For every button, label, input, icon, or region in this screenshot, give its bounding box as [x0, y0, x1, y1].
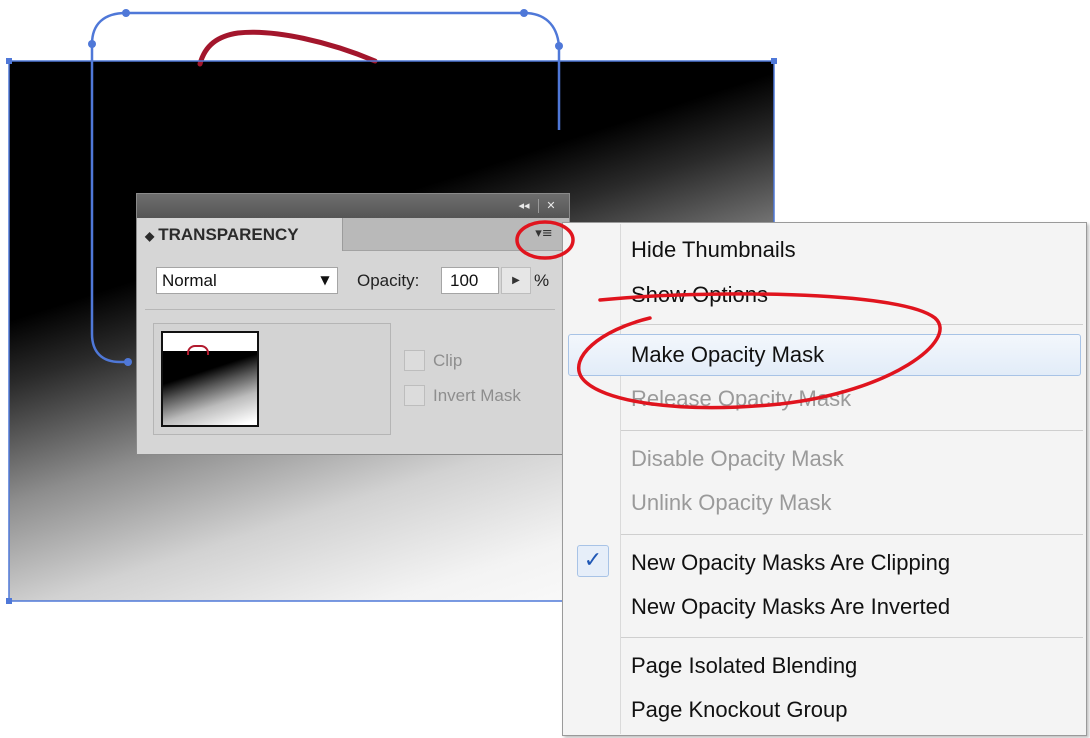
transparency-panel: ◂◂ ✕ ◆ TRANSPARENCY ▾≡ Normal ▼ Opacity: …: [136, 193, 570, 455]
red-path-stroke: [197, 29, 378, 67]
menu-item-new-masks-clipping[interactable]: New Opacity Masks Are Clipping: [631, 543, 1071, 583]
menu-item-show-options[interactable]: Show Options: [631, 275, 1071, 315]
tab-label: TRANSPARENCY: [158, 225, 299, 244]
menu-item-hide-thumbnails[interactable]: Hide Thumbnails: [631, 230, 1071, 270]
panel-menu-icon[interactable]: ▾≡: [529, 225, 559, 243]
thumbnail-area: [153, 323, 391, 435]
menu-item-release-opacity-mask[interactable]: Release Opacity Mask: [631, 379, 1071, 419]
close-icon[interactable]: ✕: [541, 198, 561, 214]
opacity-stepper-icon[interactable]: ▶: [501, 267, 531, 294]
opacity-unit: %: [534, 271, 550, 290]
tab-transparency[interactable]: ◆ TRANSPARENCY: [137, 218, 343, 251]
menu-separator: [621, 324, 1083, 325]
chevron-down-icon[interactable]: ▼: [308, 267, 342, 294]
panel-tab-row: ◆ TRANSPARENCY ▾≡: [137, 218, 569, 251]
clip-checkbox[interactable]: [404, 350, 425, 371]
invert-mask-checkbox[interactable]: [404, 385, 425, 406]
anchor-point: [122, 9, 130, 17]
titlebar-divider: [538, 199, 539, 213]
clip-label: Clip: [433, 351, 463, 370]
panel-divider: [145, 309, 555, 310]
invert-mask-label: Invert Mask: [433, 386, 521, 405]
anchor-point: [520, 9, 528, 17]
menu-item-disable-opacity-mask[interactable]: Disable Opacity Mask: [631, 439, 1071, 479]
panel-flyout-menu: Hide Thumbnails Show Options Make Opacit…: [562, 222, 1087, 736]
anchor-point: [88, 40, 96, 48]
menu-separator: [621, 430, 1083, 431]
artwork-thumbnail[interactable]: [161, 331, 259, 427]
thumbnail-path: [187, 345, 209, 355]
tab-arrows-icon: ◆: [145, 229, 155, 243]
collapse-icon[interactable]: ◂◂: [513, 198, 535, 214]
opacity-input[interactable]: 100: [441, 267, 499, 294]
thumbnail-gradient: [163, 351, 257, 425]
menu-item-new-masks-inverted[interactable]: New Opacity Masks Are Inverted: [631, 587, 1071, 627]
checkmark-icon: ✓: [577, 545, 609, 577]
menu-item-page-knockout-group[interactable]: Page Knockout Group: [631, 690, 1071, 730]
menu-item-page-isolated-blending[interactable]: Page Isolated Blending: [631, 646, 1071, 686]
menu-separator: [621, 534, 1083, 535]
panel-titlebar[interactable]: ◂◂ ✕: [137, 194, 569, 218]
menu-gutter: [620, 224, 621, 734]
anchor-point: [555, 42, 563, 50]
illustrator-canvas: ◂◂ ✕ ◆ TRANSPARENCY ▾≡ Normal ▼ Opacity: …: [0, 0, 1090, 738]
menu-item-unlink-opacity-mask[interactable]: Unlink Opacity Mask: [631, 483, 1071, 523]
opacity-label: Opacity:: [357, 271, 420, 290]
menu-separator: [621, 637, 1083, 638]
menu-item-make-opacity-mask[interactable]: Make Opacity Mask: [631, 335, 1071, 375]
